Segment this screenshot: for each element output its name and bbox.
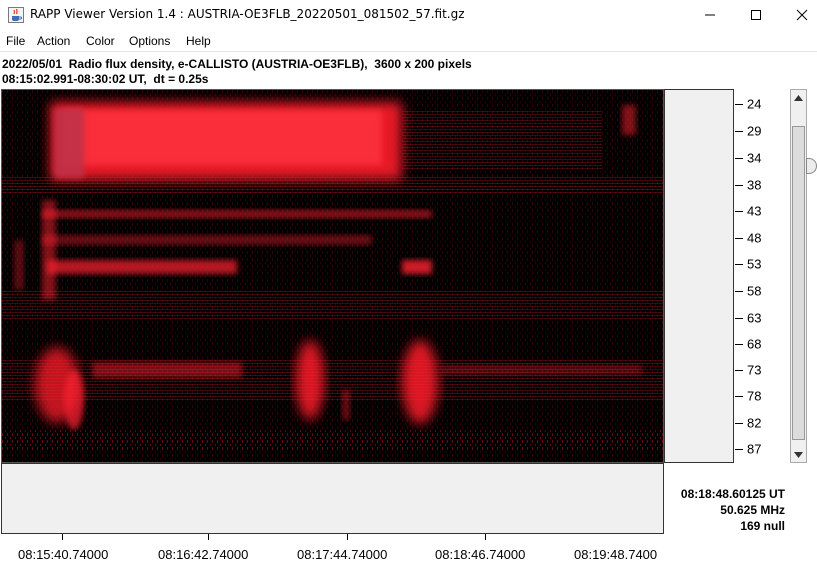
menu-options[interactable]: Options: [129, 34, 170, 48]
window-title: RAPP Viewer Version 1.4 : AUSTRIA-OE3FLB…: [30, 7, 465, 21]
minimize-icon: [705, 14, 715, 16]
cursor-time-readout: 08:18:48.60125 UT: [680, 487, 785, 501]
vertical-scrollbar[interactable]: [790, 89, 807, 463]
time-range: 08:15:02.991-08:30:02 UT, dt = 0.25s: [2, 72, 209, 86]
x-tick-label: 08:18:46.74000: [435, 547, 526, 562]
y-tick-label: 24: [747, 96, 762, 112]
minimize-button[interactable]: [687, 0, 733, 30]
y-tick: [735, 238, 743, 239]
spectrum-side-panel: [664, 89, 734, 463]
y-tick: [735, 370, 743, 371]
y-tick-label: 53: [747, 256, 762, 272]
y-tick: [735, 344, 743, 345]
y-tick-label: 63: [747, 310, 762, 326]
menu-help[interactable]: Help: [186, 34, 211, 48]
y-tick-label: 34: [747, 150, 762, 166]
java-cup-icon: [8, 7, 24, 23]
maximize-button[interactable]: [733, 0, 779, 30]
y-tick-label: 68: [747, 336, 762, 352]
close-icon: [796, 9, 808, 21]
x-tick-label: 08:15:40.74000: [18, 547, 109, 562]
title-bar: RAPP Viewer Version 1.4 : AUSTRIA-OE3FLB…: [0, 0, 817, 30]
menu-file[interactable]: File: [6, 34, 25, 48]
menu-bar: File Action Color Options Help: [0, 30, 817, 52]
x-tick: [62, 534, 63, 540]
y-tick-label: 38: [747, 177, 762, 193]
y-tick: [735, 104, 743, 105]
y-tick-label: 73: [747, 362, 762, 378]
x-tick-label: 08:16:42.74000: [158, 547, 249, 562]
x-tick-label: 08:19:48.7400: [574, 547, 658, 562]
y-tick-label: 82: [747, 415, 762, 431]
y-tick-label: 29: [747, 123, 762, 139]
cursor-value-readout: 169 null: [740, 519, 785, 533]
spectrogram-image: [2, 90, 663, 462]
y-tick-label: 78: [747, 388, 762, 404]
y-tick: [735, 158, 743, 159]
light-curve-panel[interactable]: [1, 463, 664, 534]
menu-color[interactable]: Color: [86, 34, 115, 48]
arrow-down-icon: [794, 451, 803, 458]
y-tick-label: 43: [747, 203, 762, 219]
frequency-axis: 24 29 34 38 43 48 53 58 63 68 73 78 82 8…: [735, 89, 785, 463]
y-tick: [735, 185, 743, 186]
menu-action[interactable]: Action: [37, 34, 70, 48]
maximize-icon: [751, 10, 761, 20]
y-tick: [735, 211, 743, 212]
y-tick: [735, 423, 743, 424]
spectrogram[interactable]: [1, 89, 664, 463]
y-tick: [735, 291, 743, 292]
scroll-down-button[interactable]: [791, 447, 806, 462]
observation-header: 2022/05/01 Radio flux density, e-CALLIST…: [2, 57, 472, 71]
arrow-up-icon: [794, 94, 803, 101]
y-tick: [735, 131, 743, 132]
y-tick-label: 58: [747, 283, 762, 299]
x-tick: [208, 534, 209, 540]
x-tick-label: 08:17:44.74000: [297, 547, 388, 562]
x-tick: [347, 534, 348, 540]
y-tick-label: 48: [747, 230, 762, 246]
y-tick: [735, 264, 743, 265]
close-button[interactable]: [779, 0, 817, 30]
x-tick: [485, 534, 486, 540]
y-tick: [735, 449, 743, 450]
cursor-frequency-readout: 50.625 MHz: [720, 503, 785, 517]
y-tick-label: 87: [747, 441, 762, 457]
slider-knob[interactable]: [806, 158, 817, 174]
y-tick: [735, 318, 743, 319]
upper-emission-band: [2, 102, 663, 195]
scroll-up-button[interactable]: [791, 90, 806, 105]
scroll-thumb[interactable]: [792, 126, 805, 440]
y-tick: [735, 396, 743, 397]
